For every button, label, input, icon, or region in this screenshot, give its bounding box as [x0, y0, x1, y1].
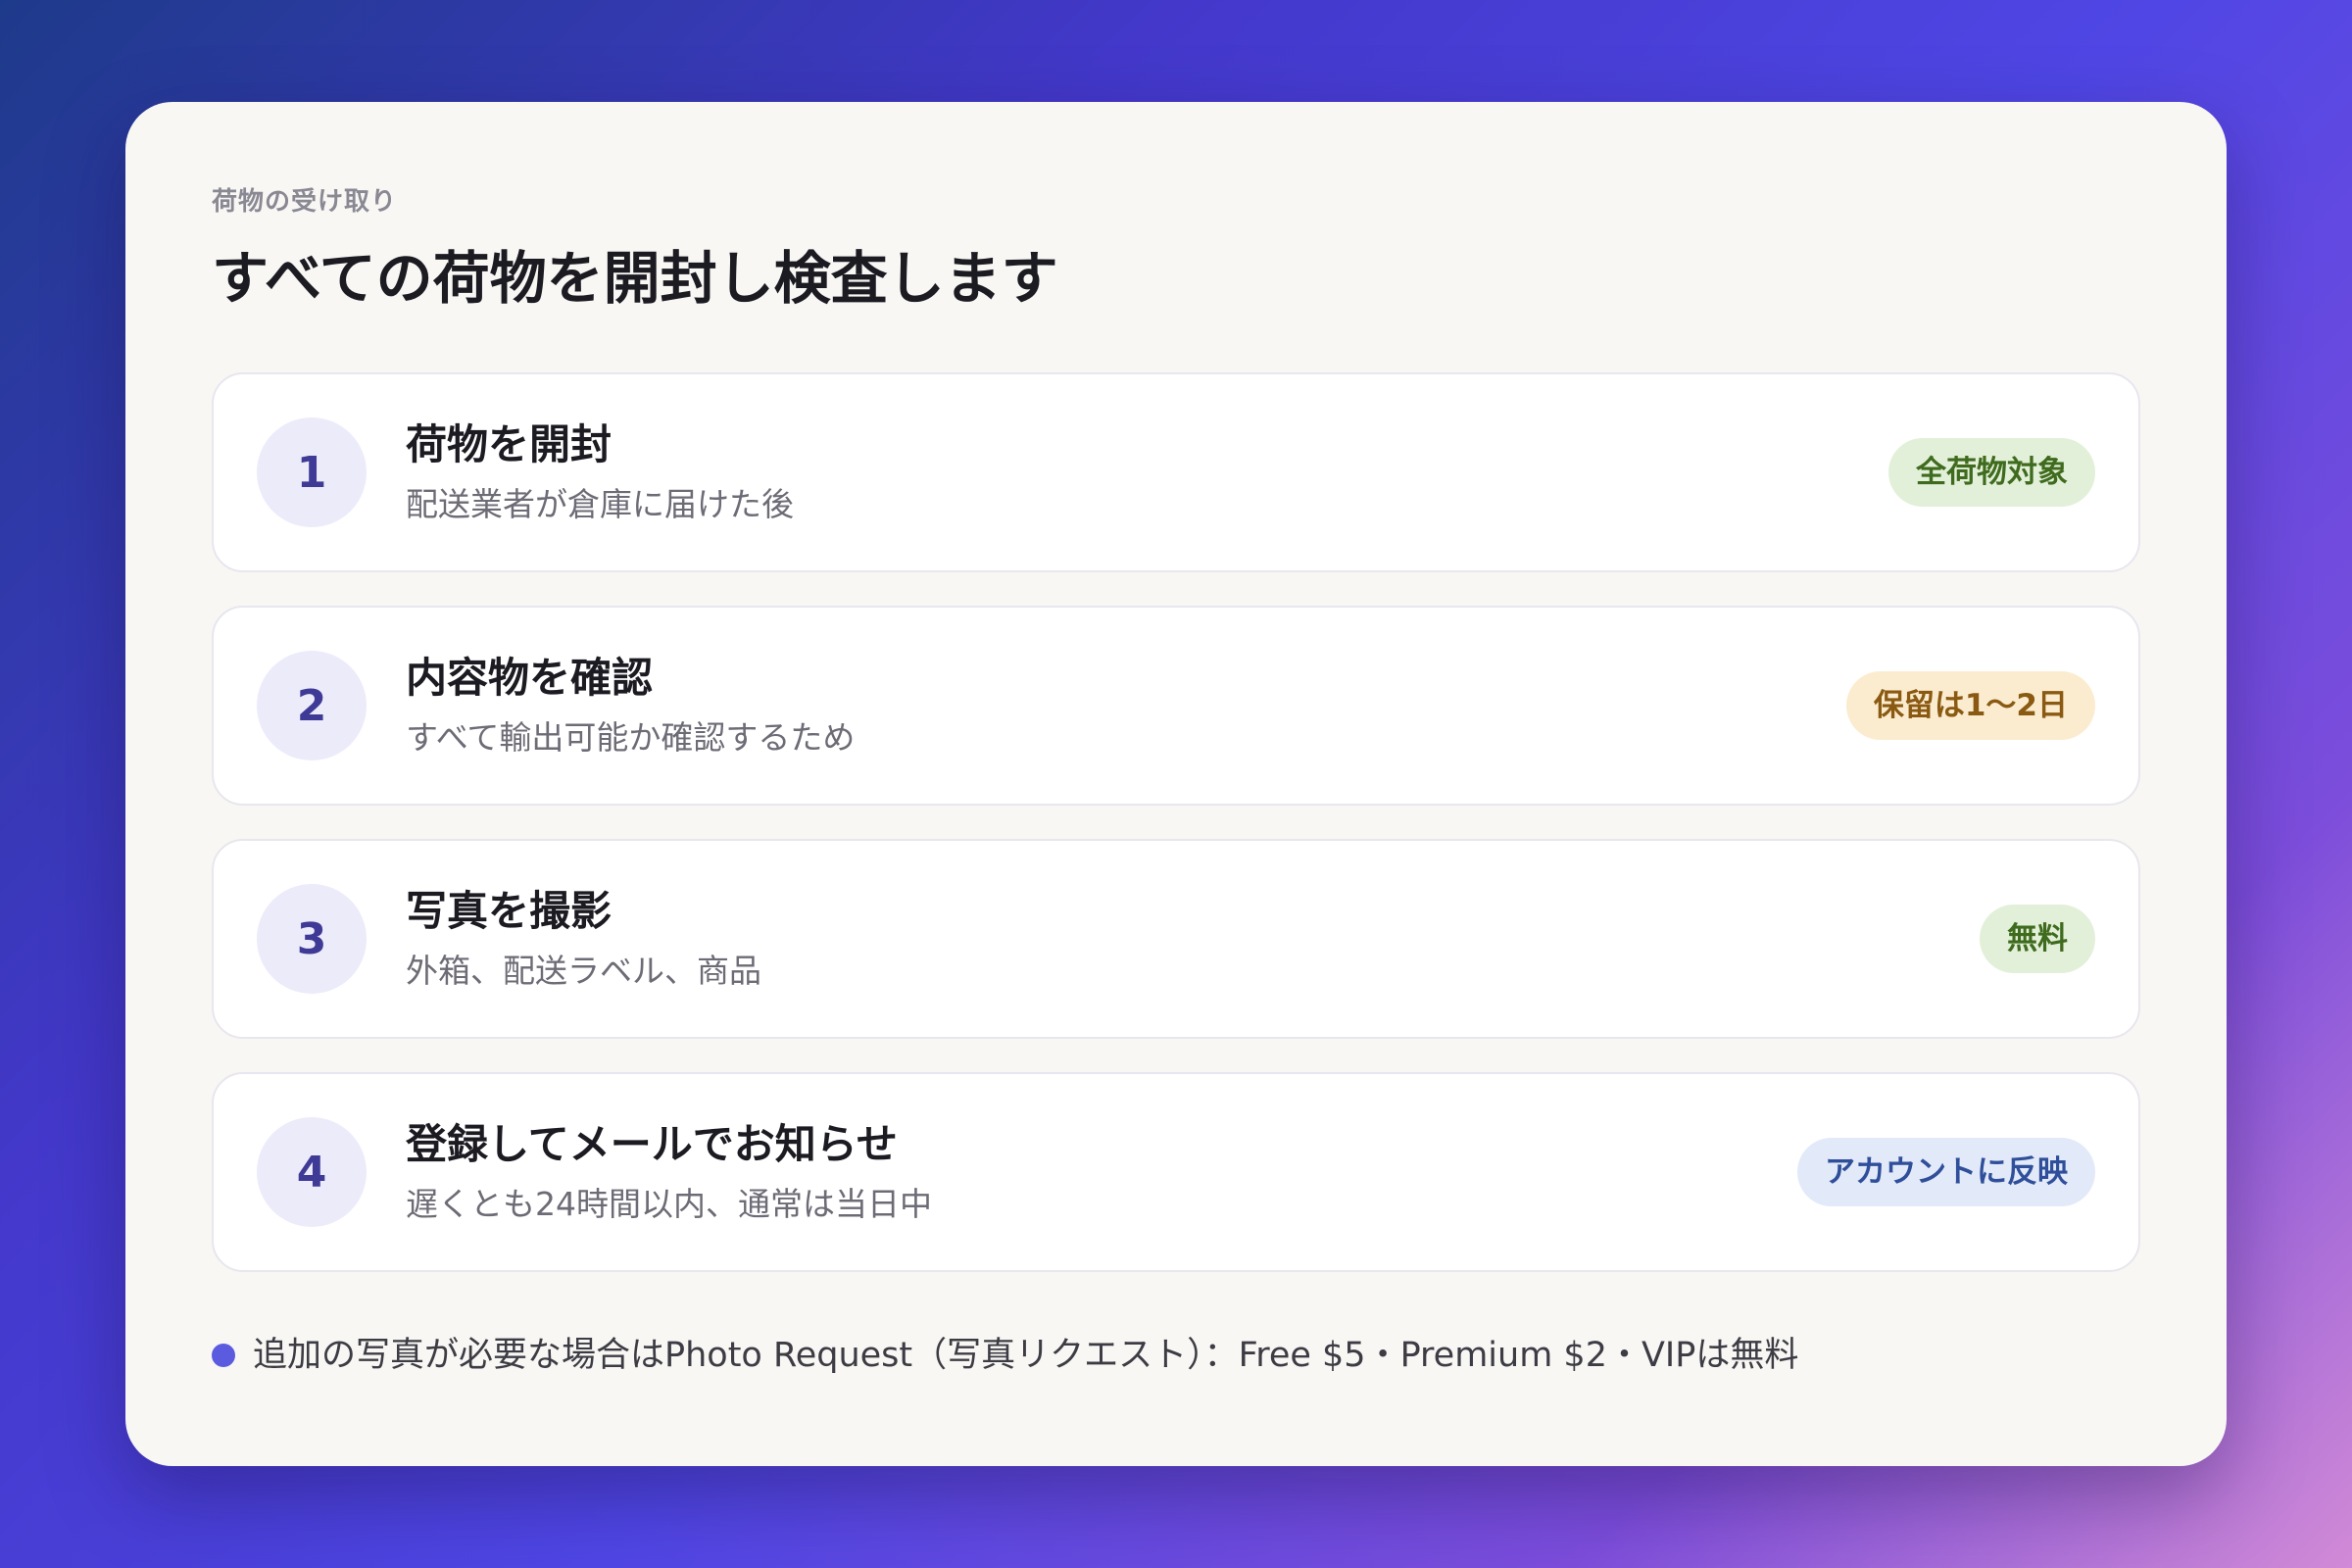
- step-item-photo: 3 写真を撮影 外箱、配送ラベル、商品 無料: [212, 839, 2140, 1039]
- step-text: 登録してメールでお知らせ 遅くとも24時間以内、通常は当日中: [406, 1117, 1797, 1227]
- step-number: 3: [257, 884, 367, 994]
- step-description: 遅くとも24時間以内、通常は当日中: [406, 1185, 932, 1223]
- step-text: 内容物を確認 すべて輸出可能か確認するため: [406, 651, 1846, 760]
- step-badge: アカウントに反映: [1797, 1138, 2095, 1206]
- step-badge: 全荷物対象: [1888, 438, 2095, 507]
- bullet-dot-icon: [212, 1344, 235, 1367]
- step-description: 外箱、配送ラベル、商品: [406, 952, 761, 990]
- footnote: 追加の写真が必要な場合はPhoto Request（写真リクエスト）：Free …: [212, 1331, 2140, 1380]
- step-title: 内容物を確認: [406, 654, 654, 702]
- step-text: 荷物を開封 配送業者が倉庫に届けた後: [406, 417, 1888, 527]
- step-number: 4: [257, 1117, 367, 1227]
- footnote-text: 追加の写真が必要な場合はPhoto Request（写真リクエスト）：Free …: [253, 1336, 1799, 1375]
- step-item-inspect: 2 内容物を確認 すべて輸出可能か確認するため 保留は1〜2日: [212, 606, 2140, 806]
- intake-card: 荷物の受け取り すべての荷物を開封し検査します 1 荷物を開封 配送業者が倉庫に…: [125, 102, 2227, 1466]
- page-title: すべての荷物を開封し検査します: [212, 245, 1058, 312]
- step-number: 2: [257, 651, 367, 760]
- step-item-register: 4 登録してメールでお知らせ 遅くとも24時間以内、通常は当日中 アカウントに反…: [212, 1072, 2140, 1272]
- step-title: 写真を撮影: [406, 887, 612, 935]
- step-text: 写真を撮影 外箱、配送ラベル、商品: [406, 884, 1980, 994]
- step-number: 1: [257, 417, 367, 527]
- step-title: 登録してメールでお知らせ: [406, 1120, 898, 1168]
- step-badge: 保留は1〜2日: [1845, 671, 2095, 740]
- steps-list: 1 荷物を開封 配送業者が倉庫に届けた後 全荷物対象 2 内容物を確認 すべて輸…: [212, 372, 2140, 1272]
- step-title: 荷物を開封: [406, 420, 612, 468]
- section-eyebrow: 荷物の受け取り: [212, 187, 398, 217]
- step-description: 配送業者が倉庫に届けた後: [406, 485, 794, 523]
- step-badge: 無料: [1980, 905, 2095, 973]
- step-description: すべて輸出可能か確認するため: [406, 718, 856, 757]
- step-item-open: 1 荷物を開封 配送業者が倉庫に届けた後 全荷物対象: [212, 372, 2140, 572]
